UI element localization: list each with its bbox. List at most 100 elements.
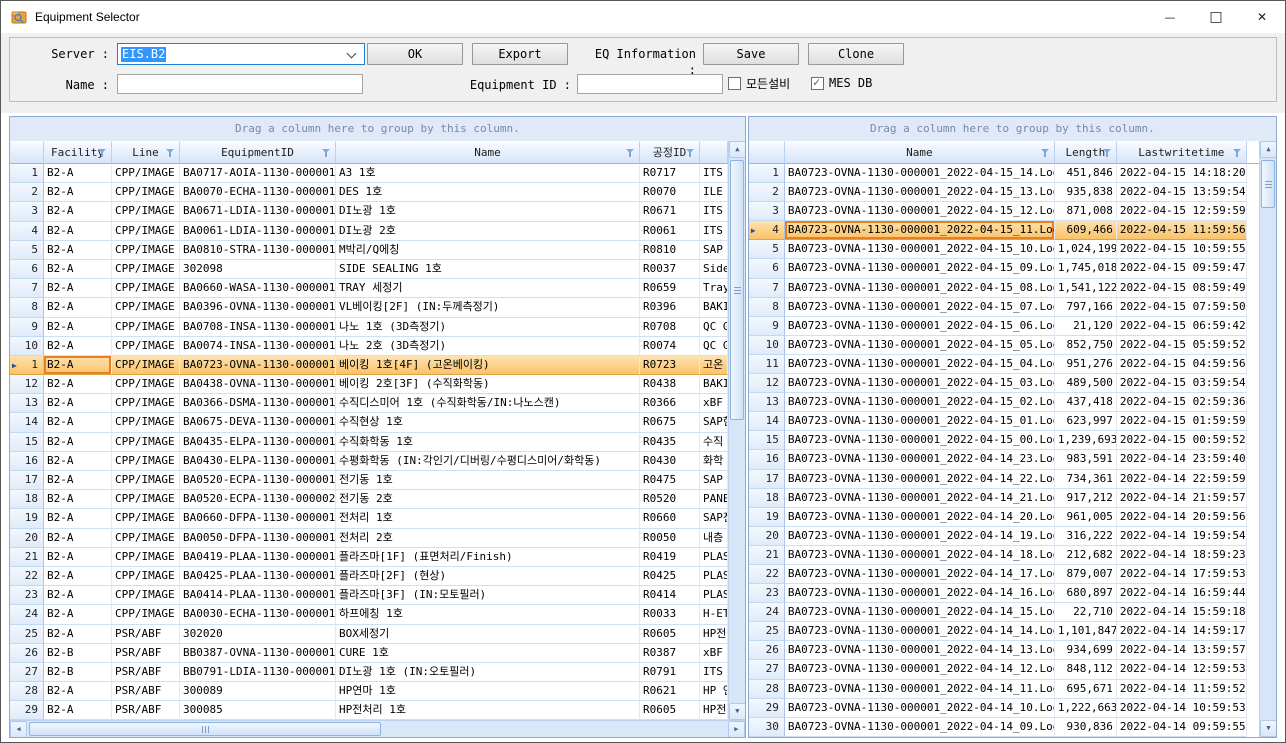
grid-cell-line[interactable]: CPP/IMAGE (112, 298, 180, 317)
grid-cell-extra[interactable]: PLAS (700, 567, 728, 586)
grid-cell-lastwritetime[interactable]: 2022-04-14 15:59:18 (1117, 603, 1247, 622)
grid-cell-facility[interactable]: B2-B (44, 644, 112, 663)
grid-cell-equipment-id[interactable]: BA0723-OVNA-1130-000001 (180, 356, 336, 375)
grid-cell-line[interactable]: CPP/IMAGE (112, 452, 180, 471)
grid-cell-lastwritetime[interactable]: 2022-04-14 12:59:53 (1117, 660, 1247, 679)
grid-cell-lastwritetime[interactable]: 2022-04-14 09:59:55 (1117, 718, 1247, 737)
grid-cell-process-id[interactable]: R0037 (640, 260, 700, 279)
grid-cell-facility[interactable]: B2-A (44, 413, 112, 432)
log-file-row[interactable]: 12BA0723-OVNA-1130-000001_2022-04-15_03.… (749, 374, 1259, 393)
grid-cell-extra[interactable]: SAP (700, 471, 728, 490)
grid-cell-length[interactable]: 609,466 (1055, 221, 1117, 240)
grid-cell-name[interactable]: BA0723-OVNA-1130-000001_2022-04-14_10.Lo… (785, 699, 1055, 718)
grid-cell-process-id[interactable]: R0430 (640, 452, 700, 471)
clone-button[interactable]: Clone (808, 43, 904, 65)
grid-cell-line[interactable]: CPP/IMAGE (112, 509, 180, 528)
grid-cell-line[interactable]: CPP/IMAGE (112, 202, 180, 221)
equipment-row[interactable]: 18B2-ACPP/IMAGEBA0520-ECPA-1130-000002전기… (10, 490, 728, 509)
log-file-row[interactable]: 5BA0723-OVNA-1130-000001_2022-04-15_10.L… (749, 240, 1259, 259)
filter-icon[interactable] (1041, 149, 1050, 158)
grid-cell-facility[interactable]: B2-A (44, 164, 112, 183)
grid-cell-lastwritetime[interactable]: 2022-04-15 02:59:36 (1117, 393, 1247, 412)
grid-cell-line[interactable]: PSR/ABF (112, 625, 180, 644)
grid-cell-equipment-id[interactable]: BA0520-ECPA-1130-000002 (180, 490, 336, 509)
grid-cell-line[interactable]: CPP/IMAGE (112, 318, 180, 337)
grid-cell-name[interactable]: BA0723-OVNA-1130-000001_2022-04-15_04.Lo… (785, 355, 1055, 374)
grid-cell-facility[interactable]: B2-A (44, 567, 112, 586)
grid-cell-lastwritetime[interactable]: 2022-04-14 17:59:53 (1117, 565, 1247, 584)
grid-cell-facility[interactable]: B2-A (44, 183, 112, 202)
equipment-row[interactable]: 2B2-ACPP/IMAGEBA0070-ECHA-1130-000001DES… (10, 183, 728, 202)
grid-cell-lastwritetime[interactable]: 2022-04-14 22:59:59 (1117, 470, 1247, 489)
grid-cell-extra[interactable]: ITS (700, 222, 728, 241)
equipment-row[interactable]: 23B2-ACPP/IMAGEBA0414-PLAA-1130-000001플라… (10, 586, 728, 605)
grid-cell-equipment-id[interactable]: BA0671-LDIA-1130-000001 (180, 202, 336, 221)
column-header-process-id[interactable]: 공정ID (640, 141, 700, 164)
grid-cell-line[interactable]: PSR/ABF (112, 682, 180, 701)
scrollbar-thumb[interactable] (730, 160, 744, 420)
grid-cell-line[interactable]: CPP/IMAGE (112, 241, 180, 260)
grid-cell-process-id[interactable]: R0414 (640, 586, 700, 605)
log-file-row[interactable]: 20BA0723-OVNA-1130-000001_2022-04-14_19.… (749, 527, 1259, 546)
grid-cell-name[interactable]: CURE 1호 (336, 644, 640, 663)
grid-cell-facility[interactable]: B2-A (44, 625, 112, 644)
grid-cell-length[interactable]: 1,024,199 (1055, 240, 1117, 259)
grid-cell-name[interactable]: BA0723-OVNA-1130-000001_2022-04-15_07.Lo… (785, 298, 1055, 317)
grid-cell-line[interactable]: CPP/IMAGE (112, 548, 180, 567)
grid-cell-name[interactable]: 전처리 1호 (336, 509, 640, 528)
column-header-extra[interactable] (700, 141, 728, 164)
save-button[interactable]: Save (703, 43, 799, 65)
grid-cell-equipment-id[interactable]: 300089 (180, 682, 336, 701)
grid-cell-line[interactable]: CPP/IMAGE (112, 586, 180, 605)
grid-cell-name[interactable]: 수직디스미어 1호 (수직화학동/IN:나노스캔) (336, 394, 640, 413)
log-file-row[interactable]: 24BA0723-OVNA-1130-000001_2022-04-14_15.… (749, 603, 1259, 622)
grid-cell-extra[interactable]: 화학 (700, 452, 728, 471)
grid-cell-lastwritetime[interactable]: 2022-04-15 04:59:56 (1117, 355, 1247, 374)
equipment-row[interactable]: 27B2-BPSR/ABFBB0791-LDIA-1130-000001DI노광… (10, 663, 728, 682)
log-file-row[interactable]: 18BA0723-OVNA-1130-000001_2022-04-14_21.… (749, 489, 1259, 508)
grid-cell-length[interactable]: 437,418 (1055, 393, 1117, 412)
column-header-name[interactable]: Name (336, 141, 640, 164)
grid-cell-line[interactable]: PSR/ABF (112, 663, 180, 682)
grid-cell-length[interactable]: 1,745,018 (1055, 259, 1117, 278)
grid-cell-equipment-id[interactable]: BA0050-DFPA-1130-000001 (180, 529, 336, 548)
log-file-row[interactable]: 21BA0723-OVNA-1130-000001_2022-04-14_18.… (749, 546, 1259, 565)
grid-cell-length[interactable]: 451,846 (1055, 164, 1117, 183)
grid-cell-facility[interactable]: B2-A (44, 471, 112, 490)
grid-cell-process-id[interactable]: R0723 (640, 356, 700, 375)
grid-cell-line[interactable]: CPP/IMAGE (112, 490, 180, 509)
grid-cell-equipment-id[interactable]: BA0366-DSMA-1130-000001 (180, 394, 336, 413)
equipment-row[interactable]: 8B2-ACPP/IMAGEBA0396-OVNA-1130-000001VL베… (10, 298, 728, 317)
log-file-row[interactable]: 17BA0723-OVNA-1130-000001_2022-04-14_22.… (749, 470, 1259, 489)
grid-cell-equipment-id[interactable]: BA0520-ECPA-1130-000001 (180, 471, 336, 490)
grid-cell-length[interactable]: 695,671 (1055, 680, 1117, 699)
grid-cell-name[interactable]: BA0723-OVNA-1130-000001_2022-04-15_13.Lo… (785, 183, 1055, 202)
grid-cell-process-id[interactable]: R0366 (640, 394, 700, 413)
grid-cell-length[interactable]: 961,005 (1055, 508, 1117, 527)
log-file-row[interactable]: 25BA0723-OVNA-1130-000001_2022-04-14_14.… (749, 622, 1259, 641)
equipment-row[interactable]: 20B2-ACPP/IMAGEBA0050-DFPA-1130-000001전처… (10, 529, 728, 548)
grid-cell-process-id[interactable]: R0660 (640, 509, 700, 528)
grid-cell-equipment-id[interactable]: BA0810-STRA-1130-000001 (180, 241, 336, 260)
grid-cell-process-id[interactable]: R0050 (640, 529, 700, 548)
grid-cell-equipment-id[interactable]: BA0435-ELPA-1130-000001 (180, 433, 336, 452)
grid-cell-lastwritetime[interactable]: 2022-04-15 09:59:47 (1117, 259, 1247, 278)
grid-cell-lastwritetime[interactable]: 2022-04-15 07:59:50 (1117, 298, 1247, 317)
equipment-row[interactable]: 10B2-ACPP/IMAGEBA0074-INSA-1130-000001나노… (10, 337, 728, 356)
grid-cell-extra[interactable]: PLAS (700, 586, 728, 605)
equipment-id-input[interactable] (577, 74, 723, 94)
grid-cell-extra[interactable]: H-ET (700, 605, 728, 624)
grid-cell-name[interactable]: BA0723-OVNA-1130-000001_2022-04-14_11.Lo… (785, 680, 1055, 699)
grid-cell-lastwritetime[interactable]: 2022-04-15 08:59:49 (1117, 279, 1247, 298)
grid-cell-length[interactable]: 22,710 (1055, 603, 1117, 622)
scrollbar-track[interactable] (27, 721, 728, 737)
grid-cell-lastwritetime[interactable]: 2022-04-15 12:59:59 (1117, 202, 1247, 221)
grid-cell-length[interactable]: 917,212 (1055, 489, 1117, 508)
grid-cell-lastwritetime[interactable]: 2022-04-14 13:59:57 (1117, 641, 1247, 660)
grid-cell-line[interactable]: CPP/IMAGE (112, 260, 180, 279)
grid-cell-extra[interactable]: BAKI (700, 375, 728, 394)
equipment-row[interactable]: 5B2-ACPP/IMAGEBA0810-STRA-1130-000001M박리… (10, 241, 728, 260)
grid-cell-line[interactable]: CPP/IMAGE (112, 471, 180, 490)
grid-cell-length[interactable]: 316,222 (1055, 527, 1117, 546)
grid-cell-length[interactable]: 930,836 (1055, 718, 1117, 737)
